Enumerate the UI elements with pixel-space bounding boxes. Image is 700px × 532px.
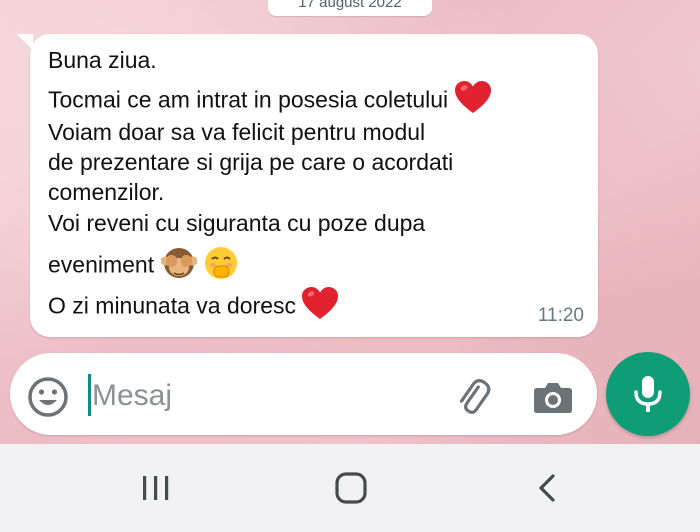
emoji-icon[interactable]	[27, 376, 69, 423]
message-line-1: Buna ziua.	[48, 47, 157, 73]
message-line-7: eveniment	[48, 251, 155, 278]
message-line-6: Voi reveni cu siguranta cu poze dupa	[48, 210, 426, 236]
message-line-3: Voiam doar sa va felicit pentru modul	[48, 119, 426, 145]
voice-message-button[interactable]	[606, 352, 690, 436]
date-chip: 17 august 2022	[268, 0, 432, 16]
message-time: 11:20	[537, 305, 584, 326]
text-caret	[88, 374, 91, 416]
message-line-2: Tocmai ce am intrat in posesia coletului	[48, 86, 449, 113]
attach-icon[interactable]	[452, 376, 494, 423]
message-line-4: de prezentare si grija pe care o acordat…	[48, 149, 454, 175]
message-line-5: comenzilor.	[48, 179, 165, 205]
home-icon[interactable]	[334, 471, 368, 510]
recent-apps-icon[interactable]	[140, 474, 172, 507]
back-icon[interactable]	[536, 473, 558, 508]
message-input[interactable]: Mesaj	[92, 378, 172, 414]
face-with-hand-over-mouth-icon	[203, 245, 239, 288]
red-heart-icon	[454, 81, 491, 122]
red-heart-icon	[302, 287, 339, 328]
see-no-evil-monkey-icon	[160, 245, 198, 288]
camera-icon[interactable]	[532, 376, 574, 421]
message-line-8: O zi minunata va doresc	[48, 292, 297, 319]
mic-icon	[634, 376, 662, 412]
